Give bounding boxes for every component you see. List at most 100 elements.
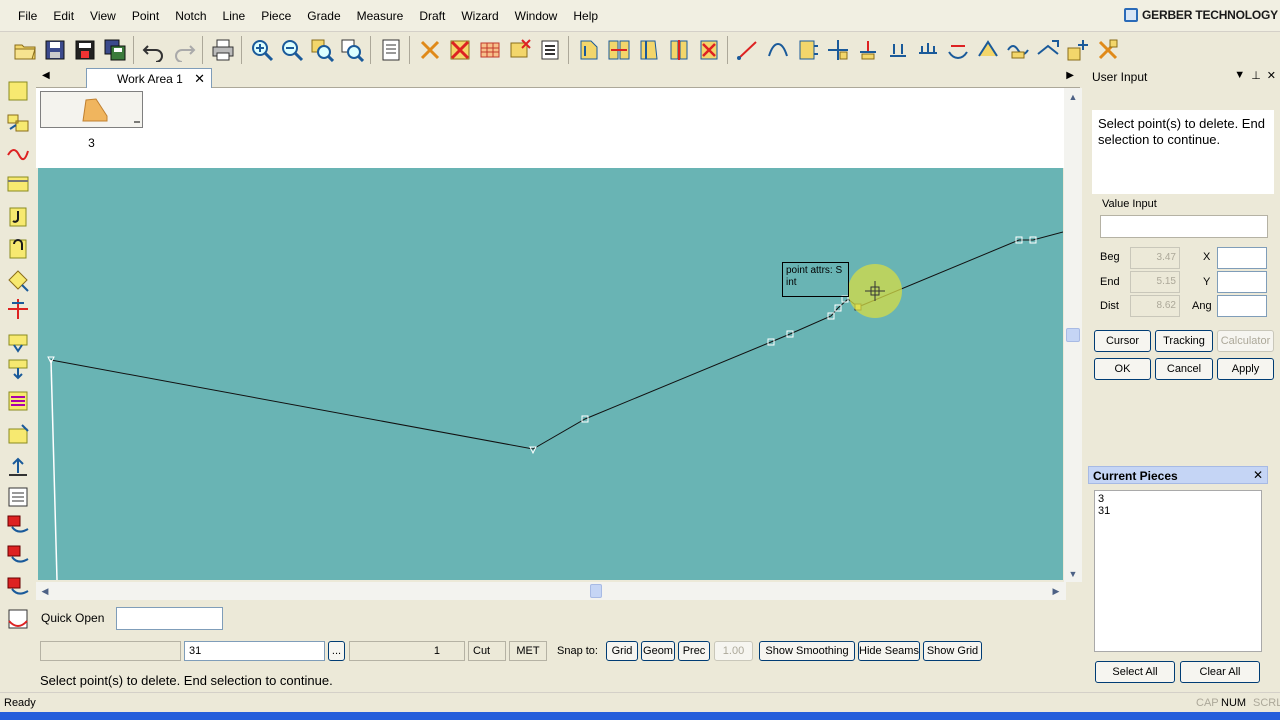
line-tool-icon[interactable] [733, 35, 763, 65]
menu-help[interactable]: Help [565, 8, 606, 24]
redo-icon[interactable] [169, 35, 199, 65]
align-tool-icon[interactable] [853, 35, 883, 65]
tab-scroll-right-icon[interactable]: ▶ [1066, 70, 1074, 81]
mark-icon[interactable] [505, 35, 535, 65]
tab-scroll-left-icon[interactable]: ◀ [42, 70, 50, 81]
distribute-tool-icon[interactable] [883, 35, 913, 65]
browse-button[interactable]: ... [328, 641, 345, 661]
menu-wizard[interactable]: Wizard [453, 8, 506, 24]
menu-measure[interactable]: Measure [349, 8, 412, 24]
delete-icon[interactable] [415, 35, 445, 65]
menu-notch[interactable]: Notch [167, 8, 214, 24]
flip-tool-icon[interactable] [1033, 35, 1063, 65]
align-points-icon[interactable] [5, 356, 31, 382]
drawing-canvas[interactable]: point attrs: S int [38, 168, 1063, 580]
notch-tool-icon[interactable] [793, 35, 823, 65]
add-point-tool-icon[interactable] [1063, 35, 1093, 65]
scroll-right-icon[interactable]: ▶ [1048, 583, 1064, 599]
notch-icon[interactable] [5, 330, 31, 356]
tab-work-area-1[interactable]: Work Area 1 ✕ [86, 68, 212, 89]
menu-grade[interactable]: Grade [299, 8, 348, 24]
snap-prec-button[interactable]: Prec [678, 641, 710, 661]
curve-tool-icon[interactable] [763, 35, 793, 65]
quick-open-input[interactable] [116, 607, 223, 630]
list-item[interactable]: 31 [1098, 505, 1258, 517]
list-item[interactable]: 3 [1098, 493, 1258, 505]
dropdown-icon[interactable]: ▼ [1234, 69, 1245, 82]
properties-icon[interactable] [376, 35, 406, 65]
menu-view[interactable]: View [82, 8, 124, 24]
cursor-button[interactable]: Cursor [1094, 330, 1151, 352]
table-icon[interactable] [5, 484, 31, 510]
menu-draft[interactable]: Draft [411, 8, 453, 24]
list-icon[interactable] [535, 35, 565, 65]
delete-all-icon[interactable] [445, 35, 475, 65]
menu-file[interactable]: File [10, 8, 45, 24]
menu-point[interactable]: Point [124, 8, 167, 24]
x-field[interactable] [1217, 247, 1267, 269]
zoom-in-icon[interactable] [247, 35, 277, 65]
hide-seams-button[interactable]: Hide Seams [858, 641, 920, 661]
line-icon[interactable] [5, 140, 31, 166]
cross-icon[interactable] [5, 296, 31, 322]
horizontal-scroll-thumb[interactable] [590, 584, 602, 598]
dart-tool-icon[interactable] [973, 35, 1003, 65]
clear-all-button[interactable]: Clear All [1180, 661, 1260, 683]
piece-icon[interactable] [5, 78, 31, 104]
measure-tool-icon[interactable] [913, 35, 943, 65]
apply-button[interactable]: Apply [1217, 358, 1274, 380]
snap-geom-button[interactable]: Geom [641, 641, 675, 661]
vertical-scrollbar[interactable]: ▲ ▼ [1064, 88, 1082, 582]
menu-line[interactable]: Line [215, 8, 254, 24]
grade-nest-icon[interactable] [5, 574, 31, 600]
count-field[interactable]: 1 [349, 641, 465, 661]
piece-tool-icon[interactable] [574, 35, 604, 65]
zoom-out-icon[interactable] [277, 35, 307, 65]
open-icon[interactable] [10, 35, 40, 65]
pattern-vertex[interactable] [529, 446, 537, 455]
scroll-up-icon[interactable]: ▲ [1065, 89, 1081, 105]
grade-table-icon[interactable] [5, 606, 31, 632]
snap-grid-button[interactable]: Grid [606, 641, 638, 661]
zoom-fit-icon[interactable] [337, 35, 367, 65]
grade-copy-icon[interactable] [5, 542, 31, 568]
save-icon[interactable] [40, 35, 70, 65]
rotate-icon[interactable] [5, 454, 31, 480]
pleat-tool-icon[interactable] [1003, 35, 1033, 65]
piece-split-icon[interactable] [604, 35, 634, 65]
current-pieces-list[interactable]: 3 31 [1094, 490, 1262, 652]
scroll-left-icon[interactable]: ◀ [37, 583, 53, 599]
close-icon[interactable]: ✕ [194, 71, 205, 87]
menu-window[interactable]: Window [507, 8, 566, 24]
piece-name-field[interactable]: 31 [184, 641, 325, 661]
show-smoothing-button[interactable]: Show Smoothing [759, 641, 855, 661]
ok-button[interactable]: OK [1094, 358, 1151, 380]
show-grid-button[interactable]: Show Grid [923, 641, 982, 661]
hook-alt-icon[interactable] [5, 236, 31, 262]
select-all-button[interactable]: Select All [1095, 661, 1175, 683]
vertical-scroll-thumb[interactable] [1066, 328, 1080, 342]
menu-edit[interactable]: Edit [45, 8, 82, 24]
hook-icon[interactable] [5, 204, 31, 230]
grade-rule-icon[interactable] [5, 512, 31, 538]
piece-delete-icon[interactable] [694, 35, 724, 65]
point-tool-icon[interactable] [823, 35, 853, 65]
horizontal-scrollbar[interactable]: ◀ ▶ [36, 582, 1066, 600]
save-all-icon[interactable] [100, 35, 130, 65]
undo-icon[interactable] [139, 35, 169, 65]
zoom-window-icon[interactable] [307, 35, 337, 65]
print-icon[interactable] [208, 35, 238, 65]
piece-mirror-icon[interactable] [664, 35, 694, 65]
pin-icon[interactable]: ⊥ [1251, 69, 1261, 82]
piece-fold-icon[interactable] [634, 35, 664, 65]
cancel-button[interactable]: Cancel [1155, 358, 1213, 380]
tracking-button[interactable]: Tracking [1155, 330, 1213, 352]
measure-icon[interactable] [5, 422, 31, 448]
grid-icon[interactable] [475, 35, 505, 65]
close-icon[interactable]: ✕ [1253, 468, 1263, 482]
point-add-icon[interactable] [5, 268, 31, 294]
ang-field[interactable] [1217, 295, 1267, 317]
clear-point-tool-icon[interactable] [1093, 35, 1123, 65]
piece-thumbnail[interactable] [40, 91, 143, 128]
grade-icon[interactable] [5, 388, 31, 414]
